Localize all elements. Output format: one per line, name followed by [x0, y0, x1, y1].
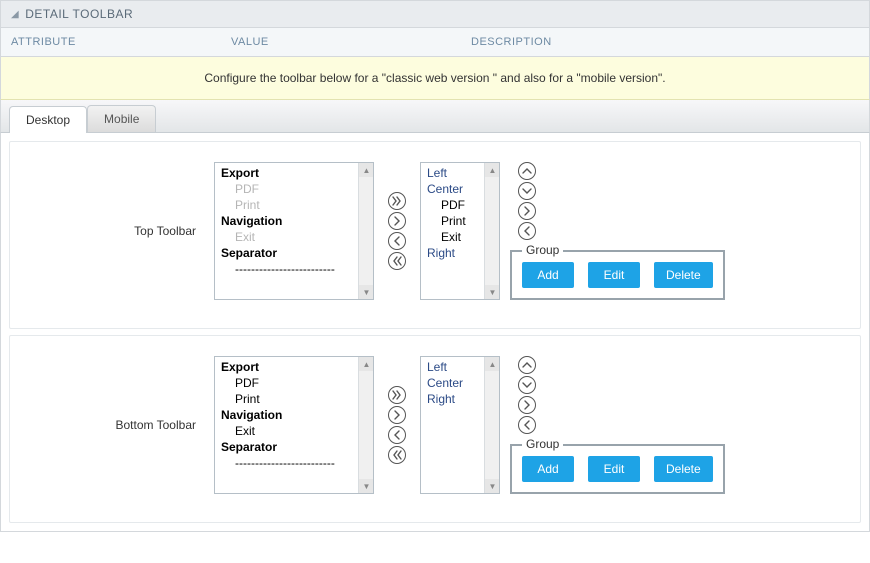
move-all-right-button[interactable] [388, 192, 406, 210]
list-item[interactable]: Print [221, 197, 367, 213]
move-up-button[interactable] [518, 356, 536, 374]
top-assigned-list[interactable]: Left Center PDF Print Exit Right ▲ ▼ [420, 162, 500, 300]
bottom-toolbar-section: Bottom Toolbar Export PDF Print Navigati… [9, 335, 861, 523]
top-right-controls: Group Add Edit Delete [510, 162, 725, 300]
detail-toolbar-panel: ◢ DETAIL TOOLBAR ATTRIBUTE VALUE DESCRIP… [0, 0, 870, 532]
list-group-head[interactable]: Separator [221, 439, 367, 455]
move-left-button[interactable] [388, 426, 406, 444]
order-buttons [518, 356, 725, 434]
panel-header[interactable]: ◢ DETAIL TOOLBAR [0, 0, 870, 28]
scrollbar[interactable]: ▲ ▼ [358, 163, 373, 299]
group-fieldset: Group Add Edit Delete [510, 444, 725, 494]
move-buttons [388, 386, 406, 464]
scrollbar[interactable]: ▲ ▼ [484, 163, 499, 299]
move-up-button[interactable] [518, 162, 536, 180]
tabbar: Desktop Mobile [0, 100, 870, 133]
panel-title: DETAIL TOOLBAR [25, 7, 133, 21]
move-all-left-button[interactable] [388, 252, 406, 270]
col-value: VALUE [231, 36, 471, 48]
move-down-button[interactable] [518, 376, 536, 394]
scroll-up-icon[interactable]: ▲ [359, 357, 374, 371]
group-legend: Group [522, 243, 563, 257]
tab-desktop[interactable]: Desktop [9, 106, 87, 133]
bottom-available-list[interactable]: Export PDF Print Navigation Exit Separat… [214, 356, 374, 494]
scroll-down-icon[interactable]: ▼ [359, 479, 374, 493]
scrollbar[interactable]: ▲ ▼ [358, 357, 373, 493]
bottom-assigned-list[interactable]: Left Center Right ▲ ▼ [420, 356, 500, 494]
group-delete-button[interactable]: Delete [654, 456, 713, 482]
group-delete-button[interactable]: Delete [654, 262, 713, 288]
bottom-toolbar-label: Bottom Toolbar [24, 418, 214, 432]
list-item[interactable]: PDF [221, 375, 367, 391]
scroll-down-icon[interactable]: ▼ [485, 285, 500, 299]
scroll-up-icon[interactable]: ▲ [359, 163, 374, 177]
list-group-head[interactable]: Navigation [221, 213, 367, 229]
group-add-button[interactable]: Add [522, 262, 574, 288]
scroll-down-icon[interactable]: ▼ [485, 479, 500, 493]
column-headers: ATTRIBUTE VALUE DESCRIPTION [0, 28, 870, 57]
list-group-head[interactable]: Export [221, 359, 367, 375]
list-separator[interactable]: ------------------------- [221, 455, 367, 471]
scroll-up-icon[interactable]: ▲ [485, 163, 500, 177]
col-description: DESCRIPTION [471, 36, 859, 48]
list-group-head[interactable]: Navigation [221, 407, 367, 423]
group-fieldset: Group Add Edit Delete [510, 250, 725, 300]
move-down-button[interactable] [518, 182, 536, 200]
group-add-button[interactable]: Add [522, 456, 574, 482]
config-notice: Configure the toolbar below for a "class… [0, 57, 870, 100]
move-left-button[interactable] [518, 416, 536, 434]
col-attribute: ATTRIBUTE [11, 36, 231, 48]
group-legend: Group [522, 437, 563, 451]
list-item[interactable]: Print [221, 391, 367, 407]
group-edit-button[interactable]: Edit [588, 262, 640, 288]
move-right-button[interactable] [388, 406, 406, 424]
group-edit-button[interactable]: Edit [588, 456, 640, 482]
list-group-head[interactable]: Export [221, 165, 367, 181]
scrollbar[interactable]: ▲ ▼ [484, 357, 499, 493]
list-group-head[interactable]: Separator [221, 245, 367, 261]
collapse-icon: ◢ [11, 9, 19, 20]
move-all-left-button[interactable] [388, 446, 406, 464]
scroll-down-icon[interactable]: ▼ [359, 285, 374, 299]
list-item[interactable]: PDF [221, 181, 367, 197]
move-left-button[interactable] [388, 232, 406, 250]
tab-content-desktop: Top Toolbar Export PDF Print Navigation … [0, 133, 870, 532]
tab-mobile[interactable]: Mobile [87, 105, 156, 132]
list-item[interactable]: Exit [221, 423, 367, 439]
top-available-list[interactable]: Export PDF Print Navigation Exit Separat… [214, 162, 374, 300]
list-separator[interactable]: ------------------------- [221, 261, 367, 277]
list-item[interactable]: Exit [221, 229, 367, 245]
move-all-right-button[interactable] [388, 386, 406, 404]
move-right-button[interactable] [518, 396, 536, 414]
order-buttons [518, 162, 725, 240]
top-toolbar-label: Top Toolbar [24, 224, 214, 238]
move-buttons [388, 192, 406, 270]
top-toolbar-section: Top Toolbar Export PDF Print Navigation … [9, 141, 861, 329]
scroll-up-icon[interactable]: ▲ [485, 357, 500, 371]
move-right-button[interactable] [388, 212, 406, 230]
bottom-right-controls: Group Add Edit Delete [510, 356, 725, 494]
move-right-button[interactable] [518, 202, 536, 220]
move-left-button[interactable] [518, 222, 536, 240]
